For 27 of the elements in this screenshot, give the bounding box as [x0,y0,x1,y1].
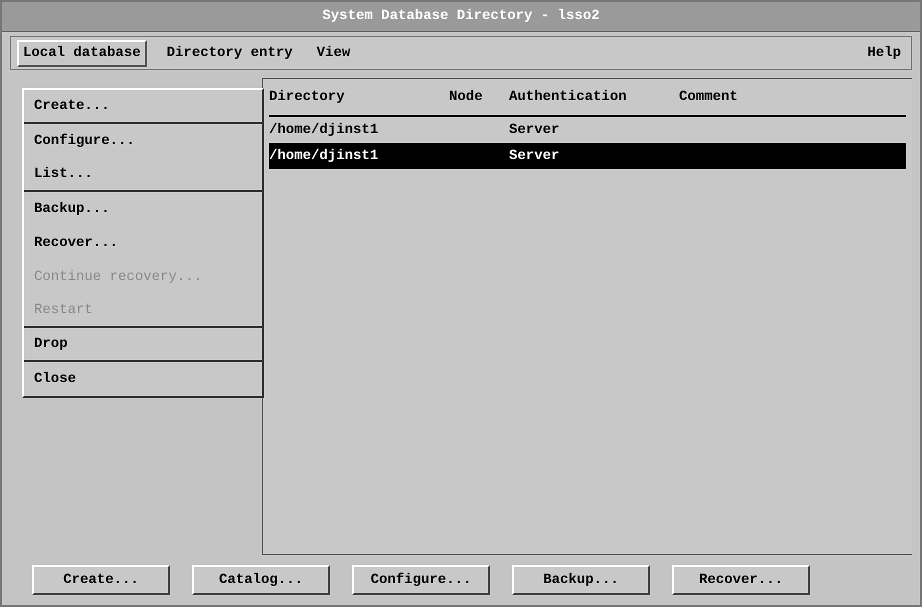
menu-item[interactable]: Help [863,40,905,66]
table-cell: Server [509,148,560,164]
column-header: Directory [269,88,346,106]
action-button[interactable]: Configure... [352,565,490,595]
column-header: Node [449,88,484,106]
action-button[interactable]: Backup... [512,565,650,595]
column-header: Authentication [509,88,628,106]
menu-option[interactable]: Create... [24,90,262,124]
menu-item[interactable]: View [312,40,354,66]
menu-option[interactable]: Configure... [24,124,262,158]
menu-option[interactable]: List... [24,158,262,192]
table-cell: /home/djinst1 [269,148,378,164]
menu-option[interactable]: Backup... [24,192,262,226]
action-button[interactable]: Recover... [672,565,810,595]
menu-option[interactable]: Recover... [24,226,262,260]
menu-item[interactable]: Local database [17,40,147,66]
action-button[interactable]: Catalog... [192,565,330,595]
column-header: Comment [679,88,739,106]
menu-option[interactable]: Close [24,362,262,396]
menu-option[interactable]: Drop [24,328,262,362]
table-row[interactable]: /home/djinst1 Server [269,117,906,143]
window-title: System Database Directory - lsso2 [322,7,600,26]
table-cell: /home/djinst1 [269,122,378,138]
menu-item[interactable]: Directory entry [162,40,297,66]
action-button[interactable]: Create... [32,565,170,595]
table-cell: Server [509,122,560,138]
table-row[interactable]: /home/djinst1 Server [269,143,906,169]
